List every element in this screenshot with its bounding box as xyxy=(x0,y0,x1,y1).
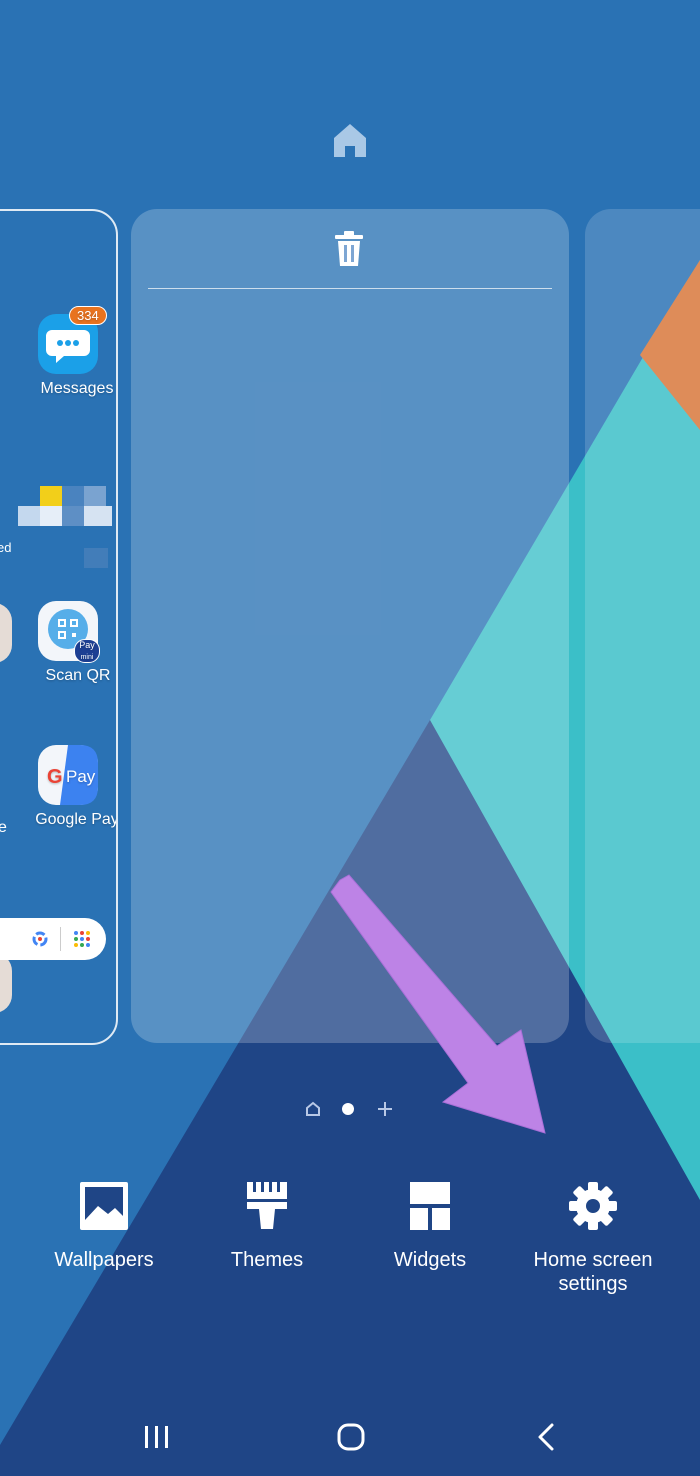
recents-button[interactable] xyxy=(137,1418,177,1458)
wallpaper-icon xyxy=(80,1182,128,1230)
option-label: Wallpapers xyxy=(54,1249,154,1271)
option-label-line2: settings xyxy=(558,1273,628,1295)
themes-button[interactable]: Themes xyxy=(192,1180,342,1272)
home-screen-settings-button[interactable]: Home screen settings xyxy=(518,1180,668,1296)
add-page-icon xyxy=(378,1102,392,1116)
home-circle-icon xyxy=(337,1423,365,1451)
widgets-button[interactable]: Widgets xyxy=(355,1180,505,1272)
recents-icon xyxy=(145,1426,168,1448)
option-label: Home screen xyxy=(533,1249,653,1271)
back-button[interactable] xyxy=(526,1418,566,1458)
page-indicator xyxy=(305,1101,405,1117)
gear-icon xyxy=(569,1182,617,1230)
home-nav-button[interactable] xyxy=(331,1418,371,1458)
current-page-dot xyxy=(342,1103,354,1115)
back-icon xyxy=(538,1423,554,1451)
wallpapers-button[interactable]: Wallpapers xyxy=(29,1180,179,1272)
option-label: Widgets xyxy=(393,1249,467,1271)
home-page-dot-icon xyxy=(306,1101,320,1116)
brush-icon xyxy=(247,1182,287,1229)
widgets-icon xyxy=(410,1182,450,1230)
option-label: Themes xyxy=(230,1249,304,1271)
